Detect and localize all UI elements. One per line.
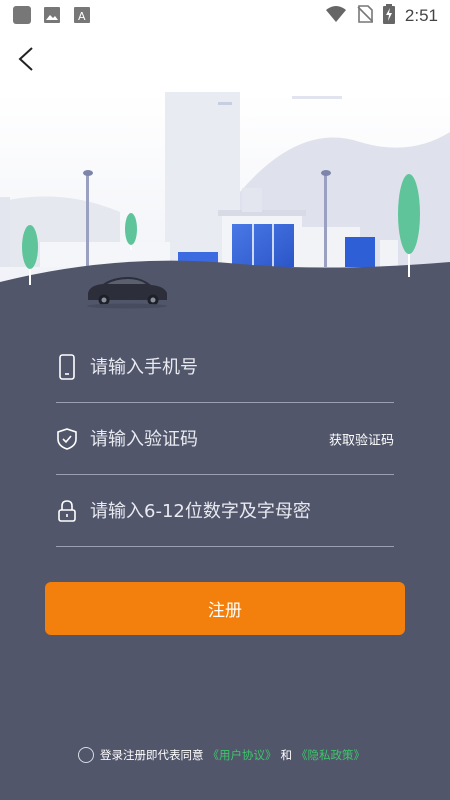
chevron-left-icon	[14, 47, 40, 78]
agree-radio[interactable]	[78, 747, 94, 763]
lock-icon	[56, 498, 78, 524]
back-button[interactable]	[14, 44, 40, 74]
agreement-and: 和	[280, 748, 293, 762]
agreement-row: 登录注册即代表同意 《用户协议》 和 《隐私政策》	[78, 747, 365, 763]
phone-field-row	[56, 332, 394, 403]
register-form: 获取验证码	[56, 332, 394, 547]
password-input[interactable]	[88, 499, 312, 523]
no-sim-icon	[357, 5, 374, 27]
battery-charging-icon	[382, 4, 395, 28]
verification-code-input[interactable]	[88, 427, 312, 451]
phone-icon	[56, 354, 78, 380]
city-illustration	[0, 92, 450, 322]
register-button[interactable]: 注册	[45, 582, 405, 635]
svg-text:A: A	[78, 10, 86, 23]
get-code-button[interactable]: 获取验证码	[329, 430, 394, 449]
font-icon: A	[72, 5, 92, 25]
user-agreement-link[interactable]: 《用户协议》	[208, 747, 277, 763]
shield-check-icon	[56, 426, 78, 452]
app-icon	[12, 5, 32, 25]
password-field-row	[56, 476, 394, 547]
agreement-prefix: 登录注册即代表同意	[100, 748, 204, 762]
privacy-policy-link[interactable]: 《隐私政策》	[296, 747, 365, 763]
status-bar: A 2:51	[0, 0, 450, 30]
header	[0, 30, 450, 92]
image-icon	[42, 5, 62, 25]
phone-input[interactable]	[88, 355, 312, 379]
status-time: 2:51	[404, 6, 438, 25]
code-field-row: 获取验证码	[56, 404, 394, 475]
wifi-icon	[325, 5, 347, 27]
